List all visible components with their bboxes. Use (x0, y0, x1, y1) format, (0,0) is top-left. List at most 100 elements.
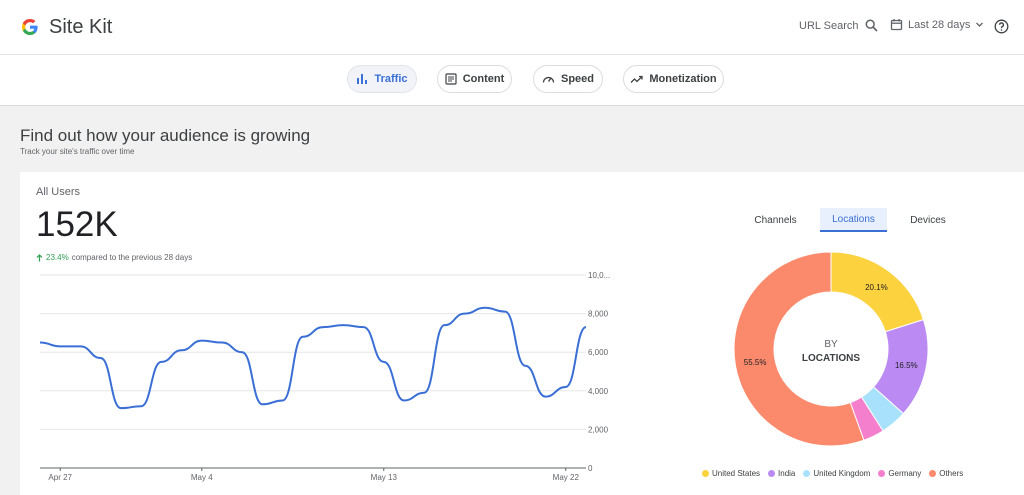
donut-legend: United States India United Kingdom Germany O… (702, 469, 963, 478)
legend-label: Others (939, 469, 964, 478)
url-search-button[interactable]: URL Search (799, 19, 878, 32)
section-title: Find out how your audience is growing (20, 126, 311, 145)
y-tick-label: 10,0... (588, 271, 610, 280)
tab-locations[interactable]: Locations (820, 208, 887, 232)
data-point (484, 307, 486, 309)
y-tick-label: 6,000 (588, 348, 609, 357)
tab-speed[interactable]: Speed (533, 65, 603, 93)
data-point (443, 324, 445, 326)
bar-chart-icon (357, 74, 368, 84)
data-point (383, 361, 385, 363)
tab-traffic[interactable]: Traffic (347, 65, 417, 93)
legend-swatch (768, 470, 776, 477)
donut-slice-label: 55.5% (744, 358, 767, 367)
app-title: Site Kit (49, 15, 113, 38)
locations-donut-chart: BY LOCATIONS 20.1% 16.5% 55.5% (733, 251, 929, 447)
tab-monetization-label: Monetization (649, 73, 717, 85)
traffic-card: All Users 152K 23.4% compared to the pre… (20, 172, 1024, 495)
tab-content-label: Content (462, 73, 505, 85)
legend-swatch (929, 470, 937, 477)
legend-label: Germany (888, 469, 922, 478)
data-point (100, 357, 102, 359)
section-subtitle: Track your site's traffic over time (20, 147, 135, 156)
data-point (504, 311, 506, 313)
app-header: Site Kit URL Search Last 28 days (0, 0, 1024, 55)
x-tick-label: May 22 (553, 473, 580, 482)
legend-item: United States (702, 469, 760, 478)
x-tick-label: May 13 (371, 473, 398, 482)
legend-label: India (778, 469, 796, 478)
url-search-label: URL Search (799, 19, 859, 32)
chevron-down-icon (976, 22, 984, 27)
article-icon (445, 73, 457, 85)
donut-center-line1: BY (824, 339, 838, 350)
arrow-up-icon (36, 253, 43, 261)
data-point (423, 392, 425, 394)
data-point (464, 313, 466, 315)
date-range-label: Last 28 days (908, 18, 971, 31)
metric-change-percent: 23.4% (46, 253, 69, 262)
data-point (363, 326, 365, 328)
tab-traffic-label: Traffic (374, 73, 408, 85)
data-point (282, 399, 284, 401)
trending-up-icon (630, 75, 644, 83)
y-tick-label: 2,000 (588, 425, 609, 434)
site-kit-logo[interactable]: Site Kit (20, 14, 112, 40)
data-point (403, 399, 405, 401)
legend-swatch (878, 470, 886, 477)
legend-swatch (702, 470, 709, 477)
data-point (120, 407, 122, 409)
data-point (201, 340, 203, 342)
data-point (39, 342, 41, 344)
data-point (302, 336, 304, 338)
tab-speed-label: Speed (560, 73, 594, 85)
calendar-icon (890, 19, 903, 31)
donut-center-line2: LOCATIONS (802, 353, 860, 364)
all-users-line-chart: 0 2,000 4,000 6,000 8,000 10,0... Apr 27 May 4 M… (39, 271, 610, 482)
date-range-selector[interactable]: Last 28 days (890, 18, 984, 31)
data-point (140, 405, 142, 407)
data-point (221, 342, 223, 344)
legend-item: Others (929, 469, 963, 478)
x-tick-label: May 4 (191, 473, 213, 482)
data-point (342, 324, 344, 326)
legend-label: United Kingdom (813, 469, 871, 478)
tab-monetization[interactable]: Monetization (623, 65, 724, 93)
search-icon (865, 19, 878, 32)
metric-change: 23.4% compared to the previous 28 days (36, 253, 192, 262)
y-tick-label: 8,000 (588, 310, 609, 319)
metric-change-text: compared to the previous 28 days (71, 253, 193, 262)
x-tick-label: Apr 27 (48, 473, 72, 482)
legend-label: United States (712, 469, 761, 478)
data-point (79, 345, 81, 347)
donut-slice (830, 251, 925, 333)
users-series-line (39, 306, 587, 410)
legend-item: Germany (878, 469, 921, 478)
data-point (59, 345, 61, 347)
metric-value: 152K (36, 205, 118, 244)
navigation-bar: Traffic Content Speed Monetization (0, 55, 1024, 106)
data-point (322, 326, 324, 328)
help-icon (994, 19, 1009, 34)
data-point (241, 351, 243, 353)
help-button[interactable] (994, 19, 1009, 39)
legend-item: India (768, 469, 795, 478)
data-point (585, 326, 587, 328)
legend-item: United Kingdom (803, 469, 870, 478)
tab-content[interactable]: Content (437, 65, 512, 93)
metric-label: All Users (36, 186, 81, 198)
data-point (181, 349, 183, 351)
data-point (261, 403, 263, 405)
y-tick-label: 4,000 (588, 387, 609, 396)
y-tick-label: 0 (588, 464, 593, 473)
legend-swatch (803, 470, 811, 477)
tab-channels[interactable]: Channels (737, 208, 814, 232)
google-g-icon (22, 19, 38, 35)
donut-slice-label: 20.1% (865, 283, 888, 292)
donut-slice-label: 16.5% (895, 361, 918, 370)
speedometer-icon (542, 76, 555, 83)
data-point (565, 386, 567, 388)
data-point (524, 365, 526, 367)
tab-devices[interactable]: Devices (896, 208, 960, 232)
data-point (160, 361, 162, 363)
